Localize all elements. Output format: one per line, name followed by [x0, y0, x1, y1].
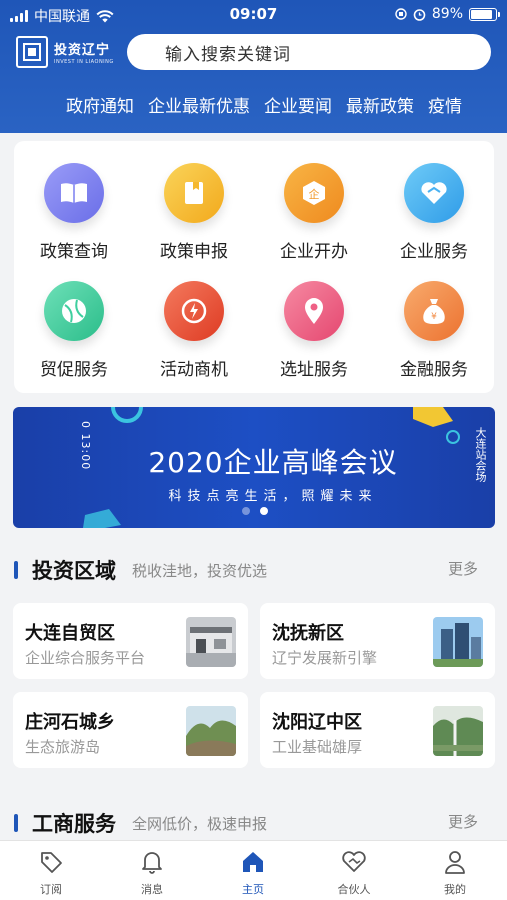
service-finance[interactable]: ¥ 金融服务 — [374, 281, 494, 380]
service-activity[interactable]: 活动商机 — [134, 281, 254, 380]
business-section-header: 工商服务 全网低价，极速申报 更多 — [14, 808, 494, 838]
alarm-icon — [413, 8, 426, 21]
banner-venue: 大连站会场 — [474, 427, 487, 482]
heart-icon — [404, 163, 464, 223]
enterprise-icon: 企 — [284, 163, 344, 223]
location-icon — [284, 281, 344, 341]
search-placeholder: 输入搜索关键词 — [165, 44, 291, 65]
service-location[interactable]: 选址服务 — [254, 281, 374, 380]
area-description: 辽宁发展新引擎 — [272, 649, 378, 667]
status-bar: 中国联通 09:07 89% — [0, 0, 507, 30]
logo-mark-icon — [16, 36, 48, 68]
logo-subtitle: INVEST IN LIAONING — [54, 59, 114, 65]
app-header: 中国联通 09:07 89% 投资辽宁 INVEST IN LIAONING 输… — [0, 0, 507, 133]
area-name: 大连自贸区 — [25, 623, 115, 644]
nav-item[interactable]: 疫情 — [428, 92, 462, 117]
search-input[interactable]: 输入搜索关键词 — [127, 34, 491, 70]
carousel-dots — [242, 507, 268, 515]
area-description: 工业基础雄厚 — [272, 738, 363, 756]
tab-messages[interactable]: 消息 — [112, 849, 192, 897]
area-name: 沈抚新区 — [272, 623, 344, 644]
section-title: 投资区域 — [32, 559, 116, 583]
service-policy-apply[interactable]: 政策申报 — [134, 163, 254, 262]
service-label: 企业服务 — [400, 242, 468, 262]
tab-partner[interactable]: 合伙人 — [314, 849, 394, 897]
service-label: 政策查询 — [40, 242, 108, 262]
area-card-liaozhong[interactable]: 沈阳辽中区 工业基础雄厚 — [260, 692, 495, 768]
area-thumbnail — [186, 617, 236, 667]
invest-more-link[interactable]: 更多 — [448, 558, 478, 579]
top-nav: 政府通知 企业最新优惠 企业要闻 最新政策 疫情 — [66, 92, 462, 117]
area-description: 生态旅游岛 — [25, 738, 101, 756]
tag-icon — [41, 852, 62, 873]
tab-subscribe[interactable]: 订阅 — [11, 849, 91, 897]
bell-icon — [142, 852, 162, 874]
area-description: 企业综合服务平台 — [25, 649, 146, 667]
svg-text:企: 企 — [309, 187, 320, 201]
area-name: 庄河石城乡 — [25, 712, 115, 733]
section-description: 税收洼地，投资优选 — [132, 562, 268, 580]
section-description: 全网低价，极速申报 — [132, 815, 268, 833]
svg-text:¥: ¥ — [431, 312, 437, 322]
area-card-shenfu[interactable]: 沈抚新区 辽宁发展新引擎 — [260, 603, 495, 679]
tab-home[interactable]: 主页 — [213, 849, 293, 897]
service-label: 活动商机 — [160, 360, 228, 380]
ball-icon — [44, 281, 104, 341]
service-label: 企业开办 — [280, 242, 348, 262]
service-label: 贸促服务 — [40, 360, 108, 380]
book-icon — [44, 163, 104, 223]
app-logo: 投资辽宁 INVEST IN LIAONING — [16, 36, 114, 68]
service-label: 选址服务 — [280, 360, 348, 380]
area-card-dalian[interactable]: 大连自贸区 企业综合服务平台 — [13, 603, 248, 679]
tab-label: 主页 — [242, 883, 264, 896]
banner-title: 2020企业高峰会议 — [148, 446, 398, 479]
section-title: 工商服务 — [32, 812, 116, 836]
home-icon — [243, 852, 263, 872]
service-enterprise-open[interactable]: 企 企业开办 — [254, 163, 374, 262]
handshake-icon — [342, 851, 366, 872]
bottom-tab-bar: 订阅 消息 主页 合伙人 我的 — [0, 840, 507, 900]
service-label: 金融服务 — [400, 360, 468, 380]
service-grid: 政策查询 政策申报 企 企业开办 企业服务 贸促服务 活动商机 选址服务 ¥ 金… — [14, 141, 494, 393]
area-thumbnail — [433, 706, 483, 756]
nav-item[interactable]: 最新政策 — [346, 92, 414, 117]
service-trade[interactable]: 贸促服务 — [14, 281, 134, 380]
area-thumbnail — [186, 706, 236, 756]
service-policy-query[interactable]: 政策查询 — [14, 163, 134, 262]
orientation-lock-icon — [395, 8, 407, 20]
area-thumbnail — [433, 617, 483, 667]
battery-percent: 89% — [431, 6, 463, 22]
carousel-dot[interactable] — [242, 507, 250, 515]
logo-title: 投资辽宁 — [54, 43, 111, 58]
service-label: 政策申报 — [160, 242, 228, 262]
lightning-icon — [164, 281, 224, 341]
promo-banner[interactable]: 0 13:00 2020企业高峰会议 科技点亮生活，照耀未来 大连站会场 — [13, 407, 495, 528]
section-accent-bar — [14, 814, 18, 832]
area-name: 沈阳辽中区 — [272, 712, 362, 733]
tab-label: 我的 — [444, 883, 466, 896]
banner-subtitle: 科技点亮生活，照耀未来 — [168, 489, 378, 504]
carousel-dot-active[interactable] — [260, 507, 268, 515]
business-more-link[interactable]: 更多 — [448, 811, 478, 832]
area-card-zhuanghe[interactable]: 庄河石城乡 生态旅游岛 — [13, 692, 248, 768]
nav-item[interactable]: 企业最新优惠 — [148, 92, 250, 117]
nav-item[interactable]: 企业要闻 — [264, 92, 332, 117]
tab-label: 合伙人 — [337, 883, 371, 896]
invest-section-header: 投资区域 税收洼地，投资优选 更多 — [14, 555, 494, 585]
user-icon — [445, 851, 465, 874]
tab-profile[interactable]: 我的 — [415, 849, 495, 897]
money-bag-icon: ¥ — [404, 281, 464, 341]
document-icon — [164, 163, 224, 223]
tab-label: 消息 — [141, 883, 163, 896]
service-enterprise[interactable]: 企业服务 — [374, 163, 494, 262]
tab-label: 订阅 — [40, 883, 62, 896]
nav-item[interactable]: 政府通知 — [66, 92, 134, 117]
battery-icon — [469, 7, 500, 21]
section-accent-bar — [14, 561, 18, 579]
